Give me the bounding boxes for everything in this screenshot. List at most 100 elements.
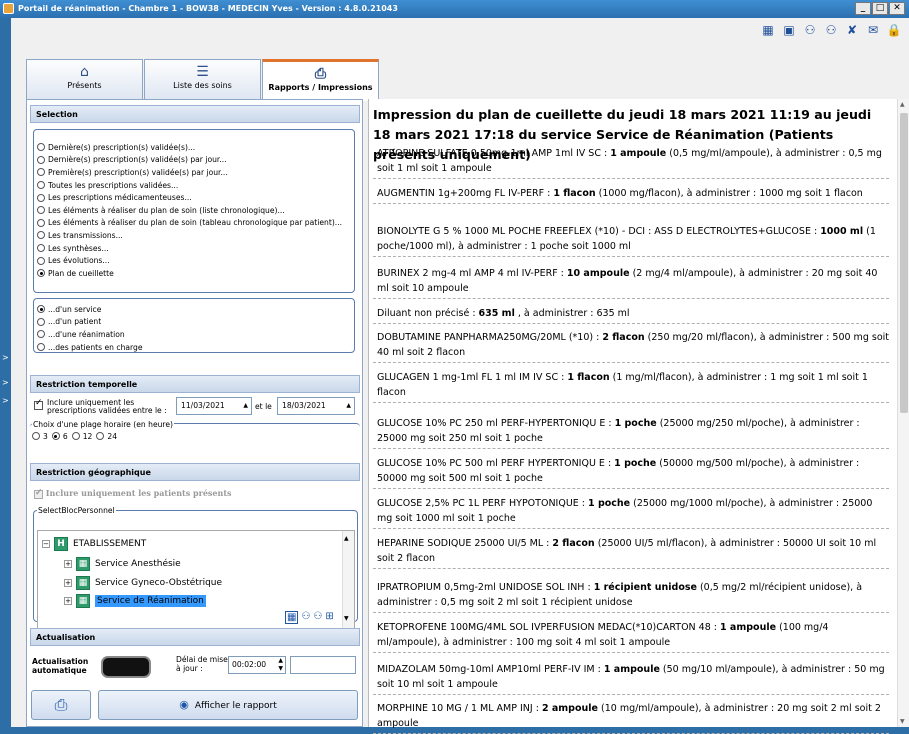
radio-icon[interactable] [37,343,45,352]
expand-arrow-icon[interactable]: > [2,353,9,362]
radio-icon[interactable] [37,168,45,177]
report-panel: Impression du plan de cueillette du jeud… [368,99,909,734]
user-group-icon[interactable]: ⚇ [313,611,322,624]
delay-stepper[interactable]: 00:02:00 ▲ ▼ [228,656,286,674]
delay-label-line2: à jour : [176,664,203,673]
tab-3[interactable]: ⎙ Rapports / Impressions [262,59,379,101]
hour-option[interactable]: 3 [32,430,48,443]
radio-icon[interactable] [37,206,45,215]
expand-arrow-icon[interactable]: > [2,396,9,405]
minimize-button[interactable]: _ [855,2,871,15]
report-type-option[interactable]: Plan de cueillette [37,267,354,280]
item-desc: Diluant non précisé : [377,308,479,319]
report-type-option[interactable]: Toutes les prescriptions validées... [37,179,354,192]
show-report-button[interactable]: ◉ Afficher le rapport [98,690,358,720]
scope-option[interactable]: ...d'un service [37,303,354,316]
radio-icon[interactable] [37,181,45,190]
excel-icon[interactable]: ▦ [759,22,777,38]
user-link-icon[interactable]: ⚇ [801,22,819,38]
user-add-icon[interactable]: ⚇ [822,22,840,38]
dropdown-arrow-icon[interactable]: ▲ [243,398,248,414]
delay-extra-field[interactable] [290,656,356,674]
maximize-button[interactable]: □ [872,2,888,15]
radio-icon[interactable] [37,155,45,164]
report-type-option[interactable]: Dernière(s) prescription(s) validée(s) p… [37,154,354,167]
include-present-checkbox[interactable]: Inclure uniquement les patients présents [34,488,232,499]
scroll-up-icon[interactable]: ▲ [900,101,905,108]
date-from-picker[interactable]: 11/03/2021 ▲ [176,397,252,415]
item-desc: GLUCOSE 10% PC 250 ml PERF-HYPERTONIQU E… [377,418,615,429]
expand-icon[interactable]: + [64,560,72,568]
hour-option[interactable]: 6 [51,430,68,443]
radio-icon[interactable] [37,256,45,265]
report-scrollbar[interactable]: ▲ ▼ [897,99,909,727]
radio-icon[interactable] [96,432,105,441]
scroll-up-icon[interactable]: ▲ [344,535,349,542]
print-button[interactable]: ⎙ [31,690,91,720]
users-view-icon[interactable]: ⚇ [301,611,310,624]
auto-refresh-toggle[interactable] [101,656,151,678]
report-item: DOBUTAMINE PANPHARMA250MG/20ML (*10) : 2… [373,330,889,363]
checkbox-icon[interactable] [34,399,43,410]
report-type-option[interactable]: Dernière(s) prescription(s) validée(s)..… [37,141,354,154]
tree-node-service-selected[interactable]: + ▦ Service de Réanimation [64,592,206,610]
collapse-icon[interactable]: − [42,540,50,548]
tab-2[interactable]: ☰ Liste des soins [144,59,261,99]
grid-view-icon[interactable]: ▦ [285,611,299,624]
expand-arrow-icon[interactable]: > [2,378,9,387]
radio-icon[interactable] [37,317,45,326]
item-desc: GLUCOSE 10% PC 500 ml PERF HYPERTONIQU E… [377,458,615,469]
date-to-picker[interactable]: 18/03/2021 ▲ [277,397,355,415]
radio-icon[interactable] [37,193,45,202]
stepper-arrows-icon[interactable]: ▲ ▼ [278,657,283,673]
radio-icon[interactable] [37,269,45,278]
tree-node-label: Service de Réanimation [95,595,206,607]
radio-icon[interactable] [37,143,45,152]
expand-icon[interactable]: + [64,579,72,587]
radio-icon[interactable] [37,231,45,240]
radio-icon[interactable] [71,432,80,441]
user-remove-icon[interactable]: ✘ [843,22,861,38]
report-type-option[interactable]: Les prescriptions médicamenteuses... [37,191,354,204]
report-type-option[interactable]: Les éléments à réaliser du plan de soin … [37,204,354,217]
hour-option[interactable]: 12 [71,430,92,443]
close-button[interactable]: ✕ [889,2,905,15]
tree-node-service[interactable]: + ▦ Service Gyneco-Obstétrique [64,574,222,592]
scroll-down-icon[interactable]: ▼ [344,615,349,622]
radio-icon[interactable] [37,244,45,253]
checkbox-icon[interactable] [34,488,43,499]
expand-icon[interactable]: + [64,597,72,605]
tree-node-etablissement[interactable]: − H ETABLISSEMENT [42,535,146,553]
tree-scrollbar[interactable]: ▲ ▼ [342,531,354,630]
tree-node-service[interactable]: + ▦ Service Anesthésie [64,555,181,573]
scope-option[interactable]: ...d'un patient [37,316,354,329]
org-view-icon[interactable]: ⊞ [325,611,333,624]
radio-icon[interactable] [37,330,45,339]
report-type-option[interactable]: Les synthèses... [37,242,354,255]
toolbar-icons: ▦ ▣ ⚇ ⚇ ✘ ✉ 🔒 [756,22,903,38]
item-desc: KETOPROFENE 100MG/4ML SOL IVPERFUSION ME… [377,622,721,633]
report-type-option[interactable]: Les éléments à réaliser du plan de soin … [37,217,354,230]
option-label: Les prescriptions médicamenteuses... [48,193,192,203]
tab-1[interactable]: ⌂ Présents [26,59,143,99]
report-type-option[interactable]: Les évolutions... [37,254,354,267]
temporal-checkbox[interactable]: Inclure uniquement les prescriptions val… [34,399,167,415]
report-type-option[interactable]: Première(s) prescription(s) validée(s) p… [37,166,354,179]
radio-icon[interactable] [32,432,40,441]
radio-icon[interactable] [37,305,45,314]
select-group-label: SelectBlocPersonnel [37,506,116,515]
option-label: Les synthèses... [48,243,109,253]
report-item: GLUCOSE 10% PC 500 ml PERF HYPERTONIQU E… [373,456,889,489]
dropdown-arrow-icon[interactable]: ▲ [346,398,351,414]
id-card-icon[interactable]: ▣ [780,22,798,38]
scope-option[interactable]: ...d'une réanimation [37,328,354,341]
scroll-down-icon[interactable]: ▼ [900,718,905,725]
radio-icon[interactable] [37,218,45,227]
report-type-option[interactable]: Les transmissions... [37,229,354,242]
radio-icon[interactable] [51,432,60,441]
lock-icon[interactable]: 🔒 [885,22,903,38]
scroll-thumb[interactable] [900,113,908,413]
mail-icon[interactable]: ✉ [864,22,882,38]
hour-option[interactable]: 24 [96,430,117,443]
scope-option[interactable]: ...des patients en charge [37,341,354,354]
